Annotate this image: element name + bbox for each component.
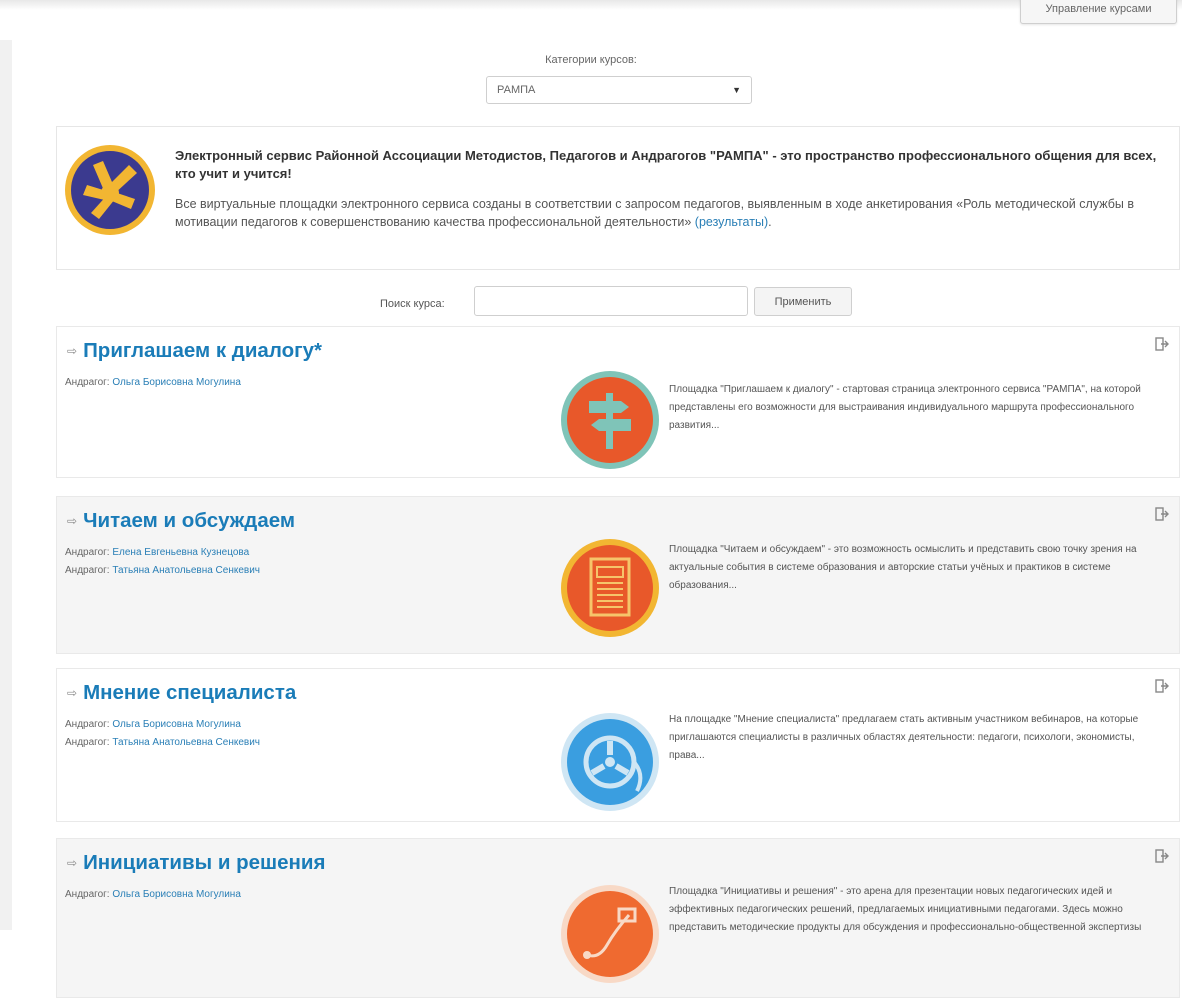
course-description: Площадка "Читаем и обсуждаем" - это возм… bbox=[669, 544, 1137, 591]
teacher-line: Андрагог: Ольга Борисовна Могулина bbox=[65, 377, 241, 388]
course-arrow-icon: ⇨ bbox=[67, 344, 78, 358]
newspaper-icon bbox=[561, 539, 659, 637]
course-arrow-icon: ⇨ bbox=[67, 514, 78, 528]
route-icon bbox=[561, 885, 659, 983]
enrol-icon[interactable] bbox=[1155, 507, 1169, 521]
category-selected-value: РАМПА bbox=[497, 84, 536, 96]
course-title: Приглашаем к диалогу* bbox=[83, 339, 323, 362]
top-shadow bbox=[0, 0, 1182, 10]
course-title: Инициативы и решения bbox=[83, 851, 326, 874]
category-select[interactable]: РАМПА ▼ bbox=[486, 76, 752, 104]
teacher-name-link[interactable]: Ольга Борисовна Могулина bbox=[112, 889, 241, 900]
course-title-link[interactable]: ⇨ Приглашаем к диалогу* bbox=[67, 339, 322, 363]
teacher-line: Андрагог: Ольга Борисовна Могулина bbox=[65, 719, 241, 730]
course-description: Площадка "Инициативы и решения" - это ар… bbox=[669, 886, 1142, 933]
results-link[interactable]: (результаты) bbox=[695, 215, 768, 229]
course-title-link[interactable]: ⇨ Инициативы и решения bbox=[67, 851, 326, 875]
film-reel-icon bbox=[561, 713, 659, 811]
enrol-icon[interactable] bbox=[1155, 679, 1169, 693]
teacher-role: Андрагог: bbox=[65, 377, 110, 388]
intro-text: Все виртуальные площадки электронного се… bbox=[175, 195, 1165, 231]
signpost-icon bbox=[561, 371, 659, 469]
intro-text-end: . bbox=[768, 215, 772, 229]
course-arrow-icon: ⇨ bbox=[67, 856, 78, 870]
teacher-line: Андрагог: Ольга Борисовна Могулина bbox=[65, 889, 241, 900]
course-card: ⇨ Инициативы и решения Андрагог: Ольга Б… bbox=[56, 838, 1180, 998]
teacher-name-link[interactable]: Ольга Борисовна Могулина bbox=[112, 377, 241, 388]
teacher-name-link[interactable]: Татьяна Анатольевна Сенкевич bbox=[112, 565, 260, 576]
intro-block: Электронный сервис Районной Ассоциации М… bbox=[56, 126, 1180, 270]
course-description: Площадка "Приглашаем к диалогу" - старто… bbox=[669, 384, 1141, 431]
course-card: ⇨ Читаем и обсуждаем Андрагог: Елена Евг… bbox=[56, 496, 1180, 654]
course-title: Мнение специалиста bbox=[83, 681, 297, 704]
course-title: Читаем и обсуждаем bbox=[83, 509, 296, 532]
teacher-role: Андрагог: bbox=[65, 889, 110, 900]
rampa-logo bbox=[65, 145, 155, 235]
teacher-name-link[interactable]: Татьяна Анатольевна Сенкевич bbox=[112, 737, 260, 748]
teacher-line: Андрагог: Елена Евгеньевна Кузнецова bbox=[65, 547, 249, 558]
teacher-name-link[interactable]: Ольга Борисовна Могулина bbox=[112, 719, 241, 730]
search-label: Поиск курса: bbox=[380, 298, 445, 310]
course-description: На площадке "Мнение специалиста" предлаг… bbox=[669, 714, 1139, 761]
course-arrow-icon: ⇨ bbox=[67, 686, 78, 700]
teacher-line: Андрагог: Татьяна Анатольевна Сенкевич bbox=[65, 565, 260, 576]
teacher-line: Андрагог: Татьяна Анатольевна Сенкевич bbox=[65, 737, 260, 748]
intro-text-body: Все виртуальные площадки электронного се… bbox=[175, 197, 1134, 229]
teacher-role: Андрагог: bbox=[65, 737, 110, 748]
course-title-link[interactable]: ⇨ Мнение специалиста bbox=[67, 681, 296, 705]
search-input[interactable] bbox=[474, 286, 748, 316]
enrol-icon[interactable] bbox=[1155, 337, 1169, 351]
course-card: ⇨ Приглашаем к диалогу* Андрагог: Ольга … bbox=[56, 326, 1180, 478]
intro-title: Электронный сервис Районной Ассоциации М… bbox=[175, 148, 1157, 181]
category-label: Категории курсов: bbox=[545, 54, 637, 66]
chevron-down-icon: ▼ bbox=[732, 85, 741, 95]
manage-courses-button[interactable]: Управление курсами bbox=[1020, 0, 1177, 24]
left-sidebar-strip bbox=[0, 40, 12, 930]
teacher-name-link[interactable]: Елена Евгеньевна Кузнецова bbox=[112, 547, 249, 558]
teacher-role: Андрагог: bbox=[65, 547, 110, 558]
enrol-icon[interactable] bbox=[1155, 849, 1169, 863]
apply-button[interactable]: Применить bbox=[754, 287, 852, 316]
course-card: ⇨ Мнение специалиста Андрагог: Ольга Бор… bbox=[56, 668, 1180, 822]
teacher-role: Андрагог: bbox=[65, 719, 110, 730]
teacher-role: Андрагог: bbox=[65, 565, 110, 576]
course-title-link[interactable]: ⇨ Читаем и обсуждаем bbox=[67, 509, 295, 533]
